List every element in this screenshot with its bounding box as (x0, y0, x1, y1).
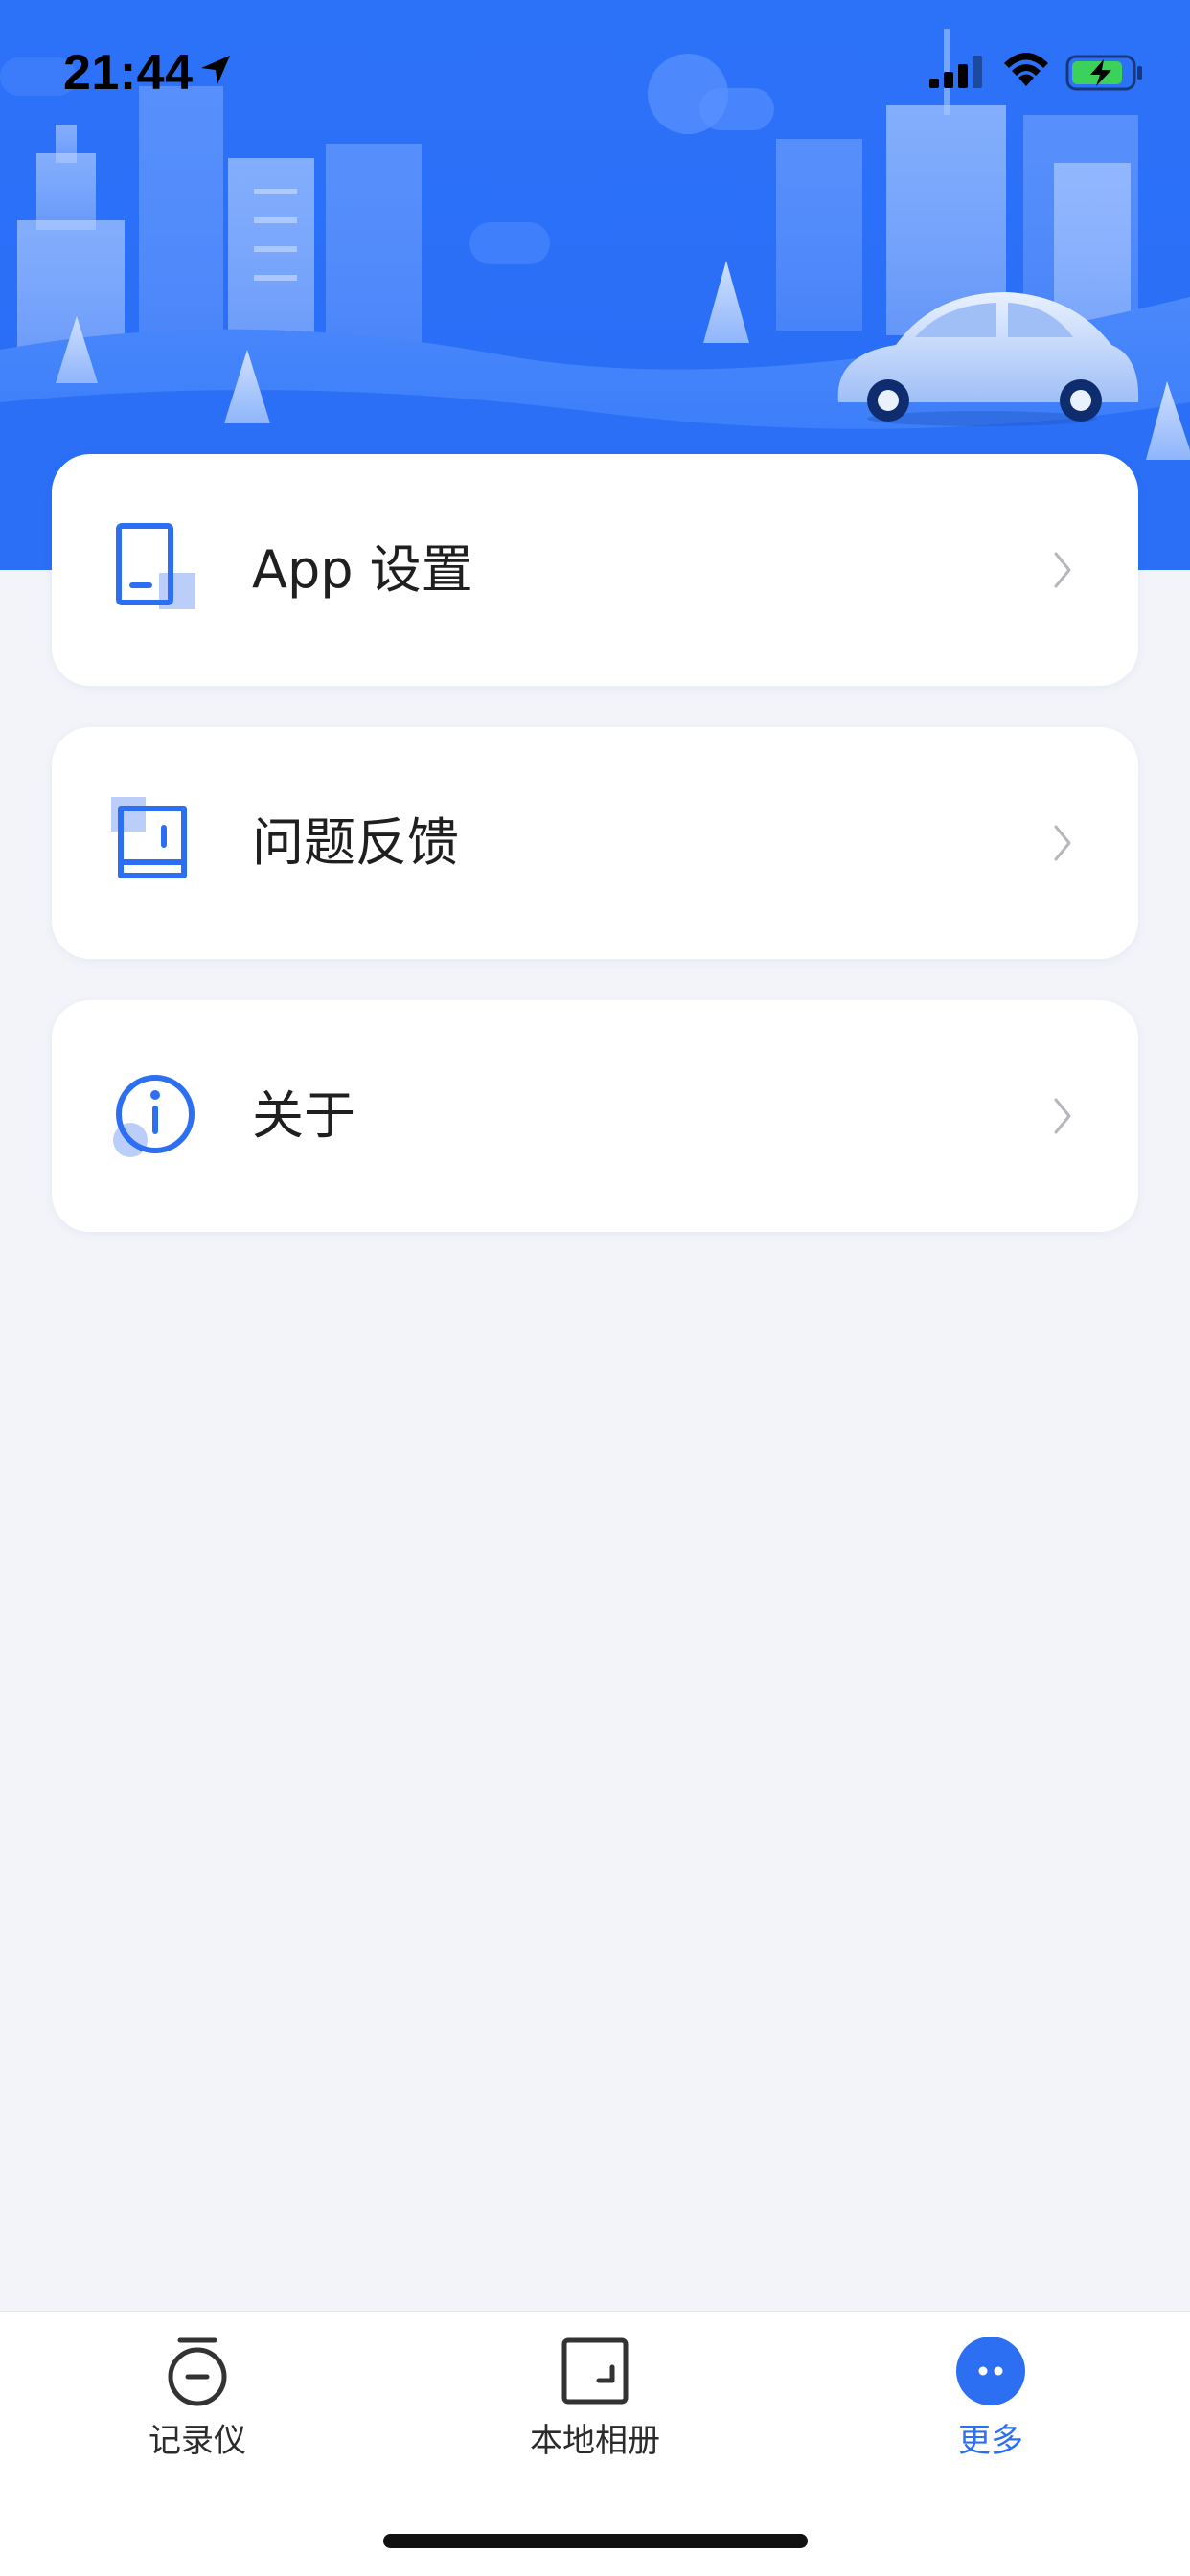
tab-recorder[interactable]: 记录仪 (54, 2312, 341, 2503)
menu-item-feedback[interactable]: 问题反馈 (52, 727, 1138, 959)
album-icon (561, 2337, 629, 2405)
tab-label: 本地相册 (530, 2422, 660, 2460)
menu-item-label: 关于 (252, 1085, 355, 1146)
chevron-right-icon (1054, 825, 1071, 861)
chevron-right-icon (1054, 552, 1071, 588)
tab-label: 更多 (958, 2422, 1023, 2460)
tab-label: 记录仪 (149, 2422, 246, 2460)
tab-local-album[interactable]: 本地相册 (451, 2312, 739, 2503)
more-icon (956, 2337, 1025, 2405)
feedback-book-icon (111, 797, 187, 878)
dashcam-icon (168, 2337, 227, 2406)
menu-item-label: 问题反馈 (252, 812, 459, 873)
status-time: 21:44 (63, 45, 194, 101)
chevron-right-icon (1054, 1098, 1071, 1134)
menu-item-label: App 设置 (252, 539, 473, 600)
menu-item-app-settings[interactable]: App 设置 (52, 454, 1138, 686)
tab-more[interactable]: 更多 (847, 2312, 1134, 2503)
menu-item-about[interactable]: 关于 (52, 1000, 1138, 1232)
location-arrow-icon (201, 56, 230, 84)
wifi-icon (1004, 53, 1048, 86)
home-indicator (383, 2534, 808, 2548)
cellular-signal-icon (929, 56, 982, 88)
battery-charging-icon (1065, 55, 1142, 91)
tablet-icon (116, 523, 195, 609)
info-icon (113, 1075, 195, 1157)
